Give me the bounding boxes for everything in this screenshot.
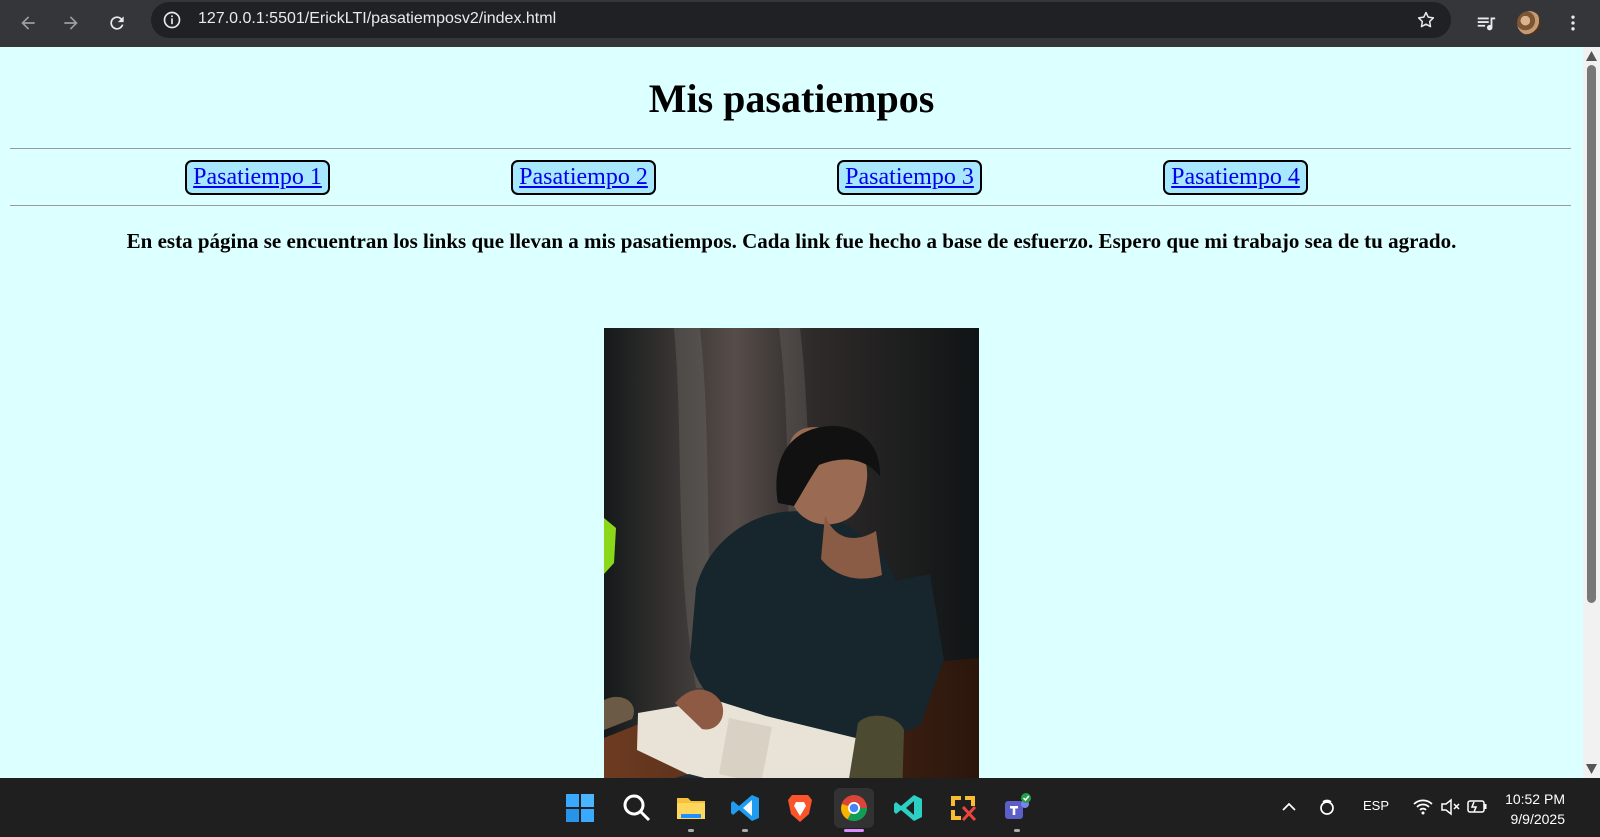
brave-icon[interactable] [780,788,820,828]
windows-taskbar: ESP 10:52 PM 9/9/2025 [0,778,1600,837]
clock-date: 9/9/2025 [1510,811,1566,827]
url-text[interactable]: 127.0.0.1:5501/ErickLTI/pasatiemposv2/in… [198,10,556,28]
scroll-thumb[interactable] [1587,65,1596,603]
hobby-link-2[interactable]: Pasatiempo 2 [511,160,656,195]
reading-person-image [604,328,979,778]
wifi-icon[interactable] [1412,796,1434,818]
hobby-link-4[interactable]: Pasatiempo 4 [1163,160,1308,195]
muted-volume-icon[interactable] [1440,796,1462,818]
scroll-down-arrow-icon[interactable] [1586,764,1597,774]
browser-toolbar: 127.0.0.1:5501/ErickLTI/pasatiemposv2/in… [0,0,1600,47]
chevron-up-icon[interactable] [1278,796,1300,818]
clock-time: 10:52 PM [1505,791,1565,807]
language-indicator[interactable]: ESP [1363,798,1389,813]
system-clock[interactable]: 10:52 PM 9/9/2025 [1489,789,1565,829]
media-control-icon[interactable] [1470,7,1502,39]
back-arrow-icon[interactable] [12,7,44,39]
visual-studio-icon[interactable] [888,788,928,828]
site-info-icon[interactable] [162,10,182,30]
page-title: Mis pasatiempos [648,76,935,121]
vscode-icon[interactable] [725,788,765,832]
search-icon[interactable] [617,788,657,828]
page-content: Mis pasatiempos Pasatiempo 1 Pasatiempo … [0,47,1583,778]
hobby-link-3[interactable]: Pasatiempo 3 [837,160,982,195]
menu-icon[interactable] [1557,7,1589,39]
battery-icon[interactable] [1466,796,1488,818]
reading-person-photo [604,328,979,778]
windows-start-icon[interactable] [560,788,600,828]
snipping-tool-icon[interactable] [943,788,983,828]
file-explorer-icon[interactable] [671,788,711,832]
teams-icon[interactable] [997,788,1037,832]
scroll-up-arrow-icon[interactable] [1586,51,1597,61]
page-scrollbar[interactable] [1583,47,1600,778]
chrome-icon[interactable] [834,788,874,832]
top-divider [10,148,1571,149]
reload-icon[interactable] [101,7,133,39]
profile-avatar-icon[interactable] [1513,7,1545,39]
sync-status-icon[interactable] [1316,796,1338,818]
forward-arrow-icon[interactable] [55,7,87,39]
address-bar[interactable]: 127.0.0.1:5501/ErickLTI/pasatiemposv2/in… [151,2,1451,38]
hobby-link-1[interactable]: Pasatiempo 1 [185,160,330,195]
hobby-navigation: Pasatiempo 1 Pasatiempo 2 Pasatiempo 3 P… [0,160,1583,196]
bookmark-star-icon[interactable] [1416,10,1436,30]
intro-text: En esta página se encuentran los links q… [126,229,1457,253]
bottom-divider [10,205,1571,206]
